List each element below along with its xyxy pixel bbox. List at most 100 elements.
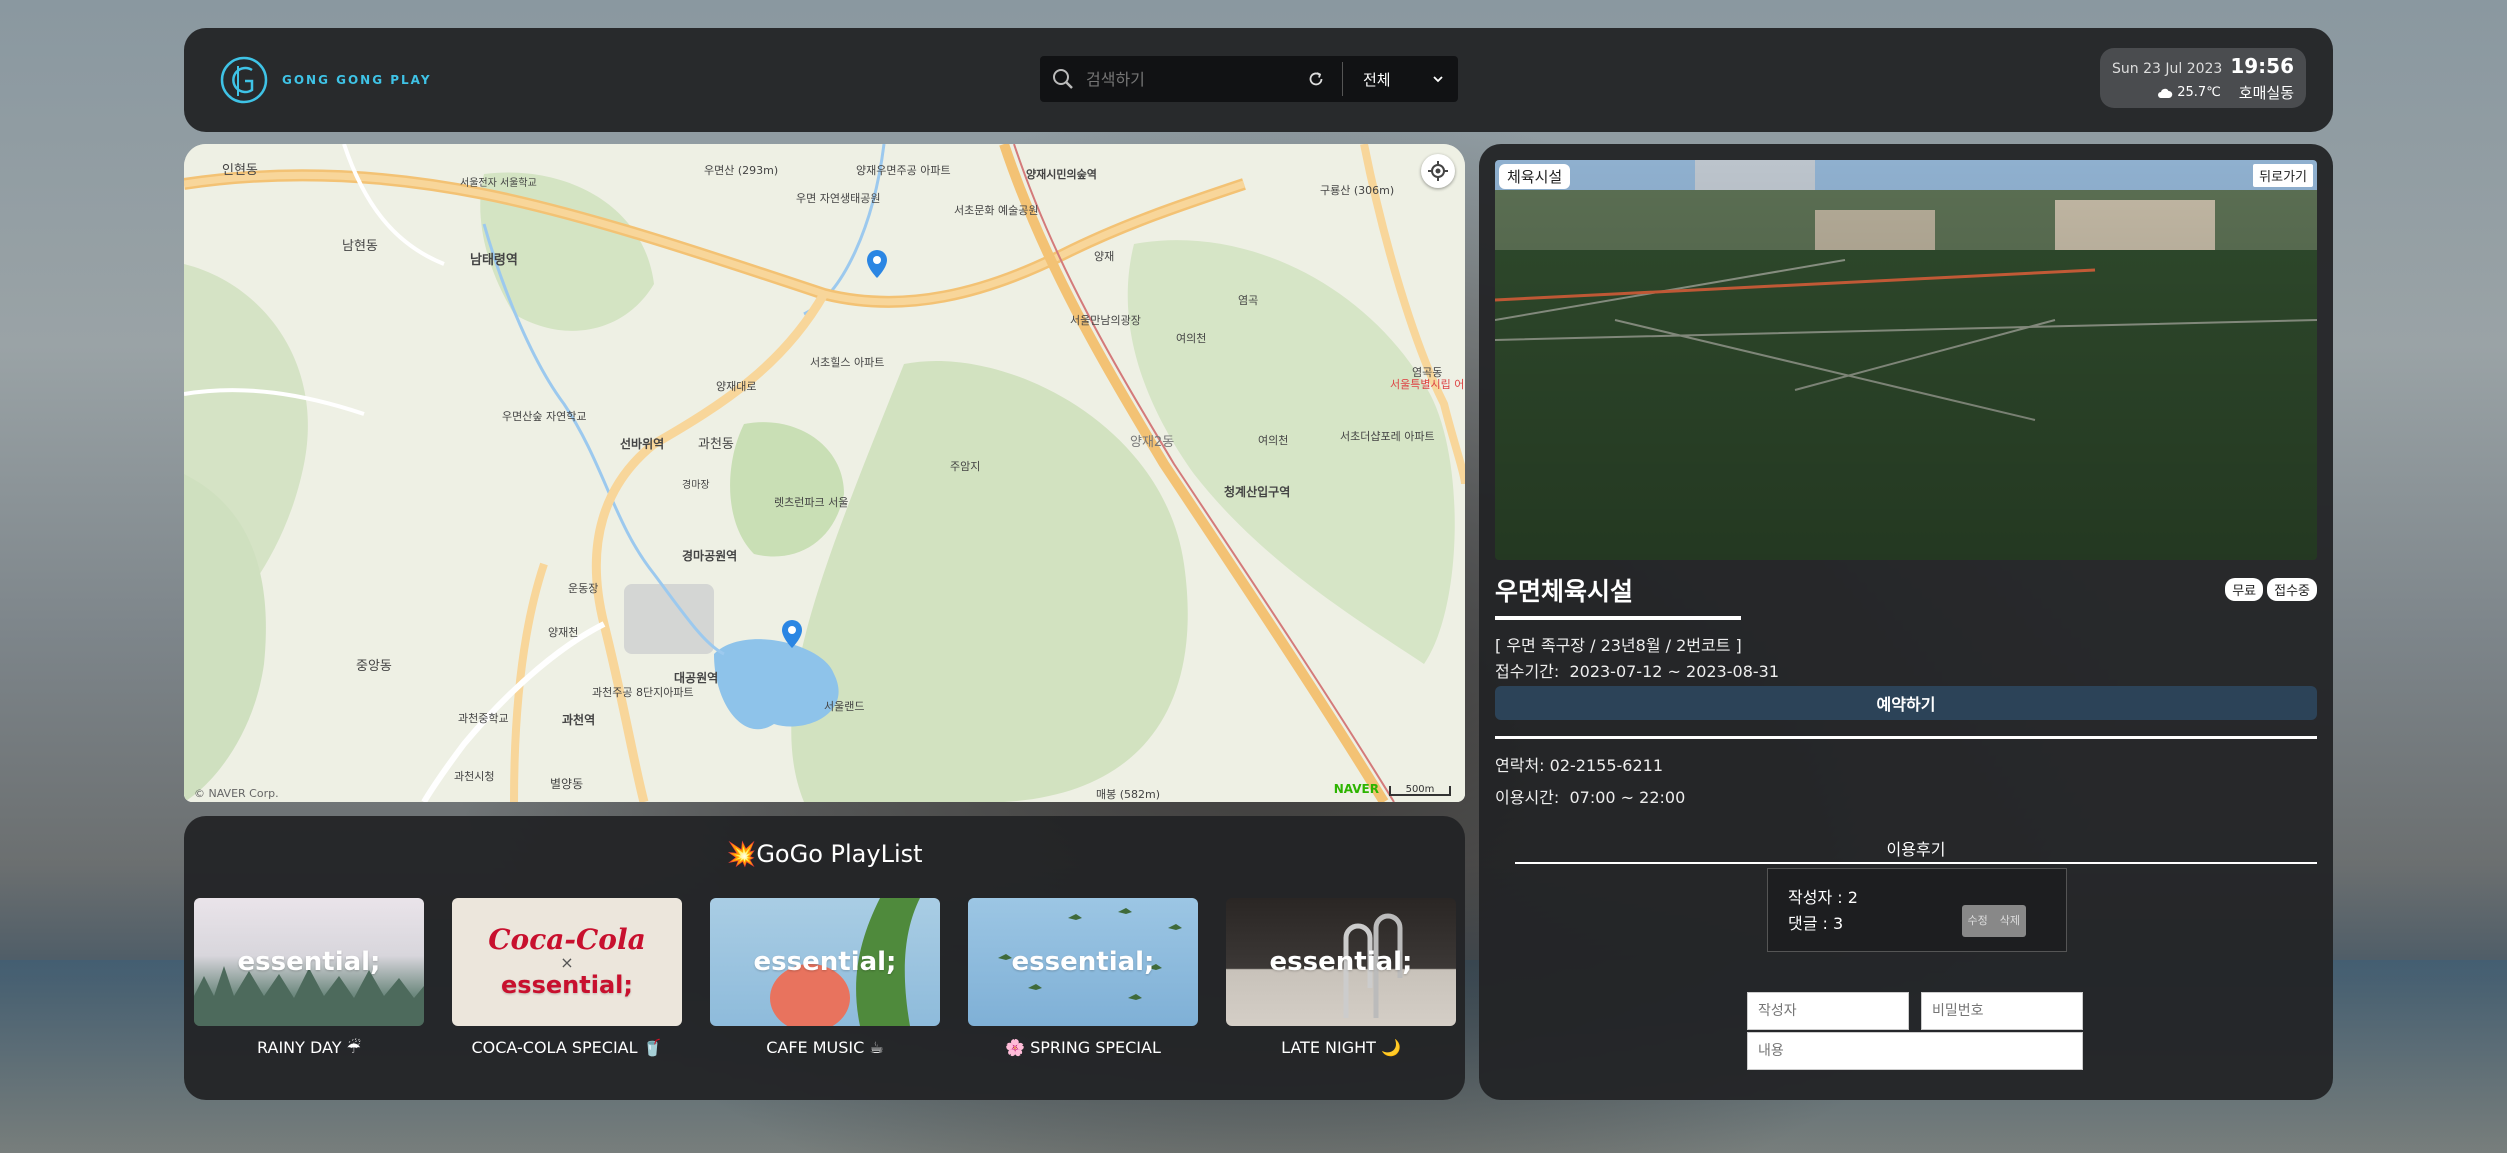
coke-logo: Coca-Cola [488, 923, 646, 956]
map-label: 과천동 [698, 437, 734, 452]
map-label: 서초문화 예술공원 [954, 204, 1038, 217]
playlist-item-late-night[interactable]: essential; LATE NIGHT 🌙 [1226, 898, 1456, 1057]
category-select[interactable]: 전체 [1349, 56, 1458, 102]
map-label: 대공원역 [674, 670, 718, 685]
map-label: 경마공원역 [682, 548, 737, 563]
map-label: 과천주공 8단지아파트 [592, 685, 694, 699]
weather-widget: Sun 23 Jul 2023 19:56 25.7℃ 호매실동 [2100, 48, 2306, 108]
status-badges: 무료 접수중 [2225, 578, 2317, 601]
map-label: 인현동 [222, 163, 258, 178]
map-label: 과천역 [562, 712, 595, 727]
map-label: 구룡산 (306m) [1320, 184, 1394, 197]
map-label: 서울만남의광장 [1070, 314, 1141, 327]
logo-mark-icon [220, 56, 268, 104]
chevron-down-icon [1433, 76, 1443, 83]
cover-text: essential; [1011, 947, 1155, 977]
back-button[interactable]: 뒤로가기 [2253, 164, 2313, 187]
delete-button[interactable]: 삭제 [1994, 905, 2026, 937]
refresh-icon[interactable] [1296, 56, 1336, 102]
map-label: 서울특별시립 어린이병원 [1390, 378, 1465, 391]
password-input[interactable] [1921, 992, 2083, 1030]
facility-description: [ 우면 족구장 / 23년8월 / 2번코트 ] [1495, 636, 1742, 655]
map-label: 서울랜드 [824, 700, 864, 713]
period-label: 접수기간: [1495, 662, 1560, 681]
time-text: 19:56 [2230, 54, 2294, 78]
playlist-item-cafe-music[interactable]: essential; CAFE MUSIC ☕ [710, 898, 940, 1057]
playlist-label: CAFE MUSIC ☕ [766, 1038, 884, 1057]
playlist-cover: Coca-Cola × essential; [452, 898, 682, 1026]
current-location-button[interactable] [1421, 154, 1455, 188]
hours-label: 이용시간: [1495, 788, 1560, 807]
reception-period: 접수기간: 2023-07-12 ~ 2023-08-31 [1495, 658, 1779, 682]
review-section-title: 이용후기 [1515, 836, 2317, 864]
search-bar: 전체 [1040, 56, 1458, 102]
playlist-cover: essential; [194, 898, 424, 1026]
playlist-cover: essential; [968, 898, 1198, 1026]
search-icon[interactable] [1040, 56, 1086, 102]
map-label: 양재우면주공 아파트 [856, 164, 951, 177]
map-label: 염곡 [1238, 294, 1258, 307]
map-label: 서울전자 서울학교 [460, 177, 537, 189]
playlist-item-coca-cola[interactable]: Coca-Cola × essential; COCA-COLA SPECIAL… [452, 898, 682, 1057]
crosshair-icon [1428, 161, 1448, 181]
map-label: 청계산입구역 [1224, 484, 1290, 499]
map-view[interactable]: 인현동 남현동 남태령역 우면산 (293m) 양재우면주공 아파트 양재시민의… [184, 144, 1465, 802]
map-label: 양재 [1094, 250, 1114, 263]
contact-label: 연락처: [1495, 756, 1545, 775]
playlist-label: COCA-COLA SPECIAL 🥤 [471, 1038, 663, 1057]
reserve-button[interactable]: 예약하기 [1495, 686, 2317, 720]
cover-x: × [560, 953, 574, 972]
cloud-icon [2158, 88, 2173, 98]
period-value: 2023-07-12 ~ 2023-08-31 [1569, 662, 1779, 681]
date-text: Sun 23 Jul 2023 [2112, 61, 2223, 77]
playlist-title: 💥GoGo PlayList [726, 840, 923, 868]
temperature-text: 25.7℃ [2177, 85, 2221, 100]
divider [1495, 736, 2317, 739]
map-label: 우면산 (293m) [704, 164, 778, 177]
content-input[interactable] [1747, 1032, 2083, 1070]
map-canvas[interactable]: 인현동 남현동 남태령역 우면산 (293m) 양재우면주공 아파트 양재시민의… [184, 144, 1465, 802]
playlist-label: LATE NIGHT 🌙 [1281, 1038, 1401, 1057]
facility-detail-panel: 체육시설 뒤로가기 우면체육시설 무료 접수중 [ 우면 족구장 / 23년8월… [1479, 144, 2333, 1100]
map-label: 운동장 [568, 582, 598, 595]
location-text: 호매실동 [2238, 84, 2294, 102]
playlist-label: 🌸 SPRING SPECIAL [1005, 1038, 1161, 1057]
map-copyright: © NAVER Corp. [194, 787, 279, 800]
map-label: 우면산숲 자연학교 [502, 410, 586, 423]
map-label: 과천시청 [454, 769, 494, 783]
search-divider [1342, 62, 1343, 96]
naver-logo: NAVER [1333, 782, 1379, 796]
fee-badge: 무료 [2225, 578, 2264, 601]
cover-text: essential; [1269, 947, 1413, 977]
contact-value: 02-2155-6211 [1549, 756, 1663, 775]
map-label: 염곡동 [1412, 366, 1442, 379]
category-tag: 체육시설 [1499, 164, 1571, 189]
map-label: 우면 자연생태공원 [796, 192, 880, 205]
hours-line: 이용시간: 07:00 ~ 22:00 [1495, 784, 1685, 808]
facility-title: 우면체육시설 [1495, 577, 1634, 606]
map-label: 양재대로 [716, 380, 756, 393]
map-label: 남태령역 [470, 252, 518, 268]
playlist-item-spring-special[interactable]: essential; 🌸 SPRING SPECIAL [968, 898, 1198, 1057]
map-label: 양재2동 [1130, 435, 1174, 450]
map-label: 서초힐스 아파트 [810, 356, 884, 369]
map-label: 중앙동 [356, 659, 392, 674]
map-label: 양재시민의숲역 [1026, 167, 1097, 181]
cover-text: essential; [501, 971, 633, 999]
map-label: 남현동 [342, 239, 378, 254]
logo[interactable]: GONG GONG PLAY [218, 52, 432, 108]
map-label: 주암지 [950, 460, 980, 473]
cover-text: essential; [237, 947, 381, 977]
edit-button[interactable]: 수정 [1962, 905, 1994, 937]
author-input[interactable] [1747, 992, 1909, 1030]
title-underline [1495, 616, 1741, 620]
map-label: 과천중학교 [458, 711, 509, 725]
playlist-cover: essential; [710, 898, 940, 1026]
playlist-item-rainy-day[interactable]: essential; RAINY DAY ☔ [194, 898, 424, 1057]
map-label: 양재천 [548, 625, 578, 639]
playlist-label: RAINY DAY ☔ [257, 1038, 361, 1057]
cover-text: essential; [753, 947, 897, 977]
map-label: 렛츠런파크 서울 [774, 496, 848, 509]
contact-line: 연락처: 02-2155-6211 [1495, 752, 1663, 776]
search-input[interactable] [1086, 69, 1286, 89]
